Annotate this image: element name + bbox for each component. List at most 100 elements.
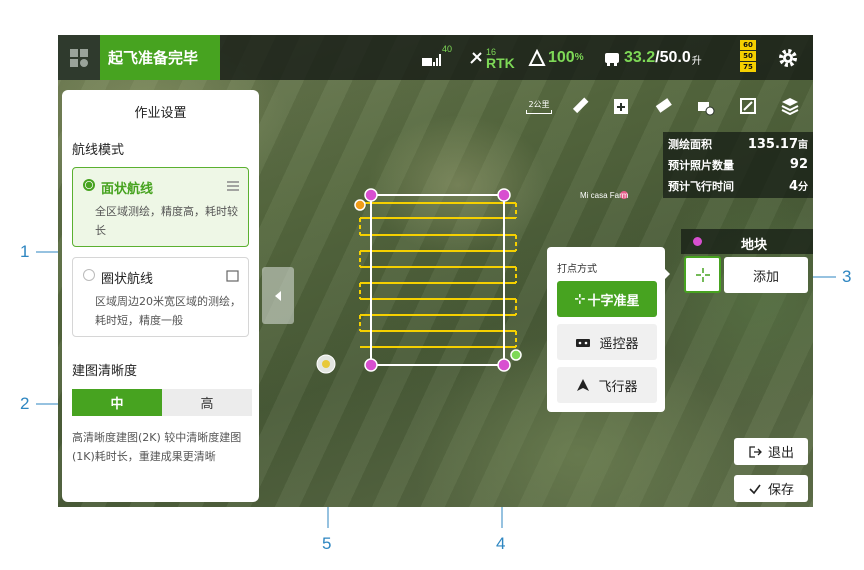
remote-signal-icon (422, 53, 441, 66)
stat-value: 4分 (789, 178, 808, 194)
signal-indicator[interactable]: 40 (420, 35, 452, 80)
resolution-label: 建图清晰度 (72, 364, 138, 379)
vertex-point[interactable] (497, 358, 511, 372)
remote-battery-indicator[interactable]: 60 50 75 (738, 40, 758, 75)
exit-icon (749, 445, 762, 458)
layers-button[interactable] (777, 93, 803, 119)
callout-2: 2 (20, 394, 30, 413)
panel-title: 作业设置 (134, 106, 187, 121)
stat-area: 测绘面积 135.17亩 (668, 136, 808, 152)
tank-current: 33.2 (624, 48, 656, 66)
option-label: 飞行器 (598, 379, 638, 395)
save-label: 保存 (767, 483, 794, 498)
eraser-button[interactable] (650, 93, 676, 119)
add-point-button[interactable]: 添加 (724, 257, 808, 293)
area-route-icon (227, 181, 239, 191)
flight-status-text: 起飞准备完毕 (108, 49, 199, 67)
popup-pointer (663, 267, 670, 281)
rtk-indicator[interactable]: 16 RTK (468, 35, 515, 80)
mode-area-route-card[interactable]: 面状航线 全区域测绘，精度高，耗时较长 (72, 167, 249, 247)
resolution-option-medium[interactable]: 中 (72, 389, 162, 416)
mode-desc: 全区域测绘，精度高，耗时较长 (95, 205, 238, 237)
stat-time: 预计飞行时间 4分 (668, 178, 808, 194)
callout-4: 4 (496, 534, 506, 553)
stat-unit: 分 (798, 182, 808, 193)
aircraft-battery-icon (528, 48, 546, 66)
layers-icon (781, 98, 799, 116)
ruler-icon (572, 97, 589, 114)
save-button[interactable]: 保存 (734, 475, 808, 502)
collapse-panel-button[interactable] (262, 267, 294, 324)
vertex-point[interactable] (497, 188, 511, 202)
app-screen: Mi casa Farm 起飞准备完毕 40 16 RTK 100 % 33.2 (58, 35, 813, 507)
mode-title: 面状航线 (101, 182, 154, 197)
survey-stats-panel: 测绘面积 135.17亩 预计照片数量 92 预计飞行时间 4分 (663, 132, 813, 198)
drone-settings-icon (698, 102, 715, 116)
stat-photos: 预计照片数量 92 (668, 157, 808, 173)
perimeter-route-icon (226, 270, 239, 282)
option-label: 十字准星 (587, 293, 640, 309)
crosshair-icon (695, 267, 710, 282)
rtk-label: RTK (486, 54, 515, 71)
stat-value-number: 4 (788, 179, 798, 194)
crosshair-target-button[interactable] (684, 256, 721, 293)
map-scale: 2公里 (524, 93, 554, 119)
radio-selected[interactable] (83, 179, 95, 191)
spray-tank-icon (605, 52, 619, 66)
drone-settings-button[interactable] (692, 93, 718, 119)
crosshair-icon: ⊹ (574, 291, 586, 307)
callout-1: 1 (20, 242, 30, 261)
battery-unit: % (574, 52, 584, 63)
settings-button[interactable] (776, 46, 800, 70)
top-status-bar: 起飞准备完毕 40 16 RTK 100 % 33.2 /50.0 升 60 5… (58, 35, 813, 80)
mode-title: 圈状航线 (101, 272, 154, 287)
home-button[interactable] (58, 35, 100, 80)
locate-button[interactable] (735, 93, 761, 119)
battery-indicator[interactable]: 100 % (528, 35, 584, 80)
resolution-desc: 高清晰度建图(2K) 较中清晰度建图(1K)耗时长，重建成果更清晰 (72, 431, 242, 463)
measure-button[interactable] (567, 93, 593, 119)
vertex-point[interactable] (364, 358, 378, 372)
aircraft-option[interactable]: 飞行器 (557, 367, 657, 403)
vertex-point[interactable] (364, 188, 378, 202)
route-mode-label: 航线模式 (72, 143, 125, 158)
battery-value: 100 (548, 48, 575, 66)
home-grid-icon (70, 48, 88, 67)
remote-battery-level: 75 (740, 62, 756, 72)
crosshair-option[interactable]: ⊹ 十字准星 (557, 281, 657, 317)
satellite-icon (470, 51, 482, 64)
stat-unit: 亩 (798, 140, 808, 151)
gear-icon (779, 49, 797, 67)
resolution-option-high[interactable]: 高 (162, 389, 252, 416)
remote-controller-option[interactable]: 遥控器 (557, 324, 657, 360)
stat-label: 测绘面积 (668, 138, 712, 151)
remote-battery-level: 50 (740, 51, 756, 61)
exit-label: 退出 (767, 446, 794, 461)
job-settings-panel: 作业设置 航线模式 面状航线 全区域测绘，精度高，耗时较长 圈状航线 区域周边2… (62, 90, 259, 502)
plot-color-dot (693, 237, 702, 246)
route-end-point (510, 349, 522, 361)
tank-unit: 升 (691, 56, 702, 67)
resolution-toggle: 中 高 (72, 389, 252, 416)
radio-unselected[interactable] (83, 269, 95, 281)
tank-indicator[interactable]: 33.2 /50.0 升 (603, 35, 702, 80)
check-icon (749, 484, 761, 494)
exit-button[interactable]: 退出 (734, 438, 808, 465)
callout-3: 3 (842, 267, 852, 286)
plot-header: 地块 (681, 229, 813, 254)
stat-value: 135.17亩 (748, 136, 808, 152)
point-method-label: 打点方式 (557, 264, 597, 275)
mode-perimeter-route-card[interactable]: 圈状航线 区域周边20米宽区域的测绘，耗时短，精度一般 (72, 257, 249, 337)
stat-label: 预计照片数量 (668, 159, 734, 172)
plot-title: 地块 (741, 238, 768, 253)
add-folder-icon (614, 99, 628, 114)
point-method-popup: 打点方式 ⊹ 十字准星 遥控器 飞行器 (547, 247, 665, 412)
eraser-icon (655, 98, 672, 113)
signal-count: 40 (442, 43, 453, 54)
stat-value: 92 (790, 157, 808, 172)
survey-area-boundary (370, 194, 505, 366)
stat-value-number: 135.17 (747, 137, 798, 152)
map-locate-icon (740, 98, 756, 114)
add-field-button[interactable] (608, 93, 634, 119)
flight-status-badge[interactable]: 起飞准备完毕 (100, 35, 220, 80)
